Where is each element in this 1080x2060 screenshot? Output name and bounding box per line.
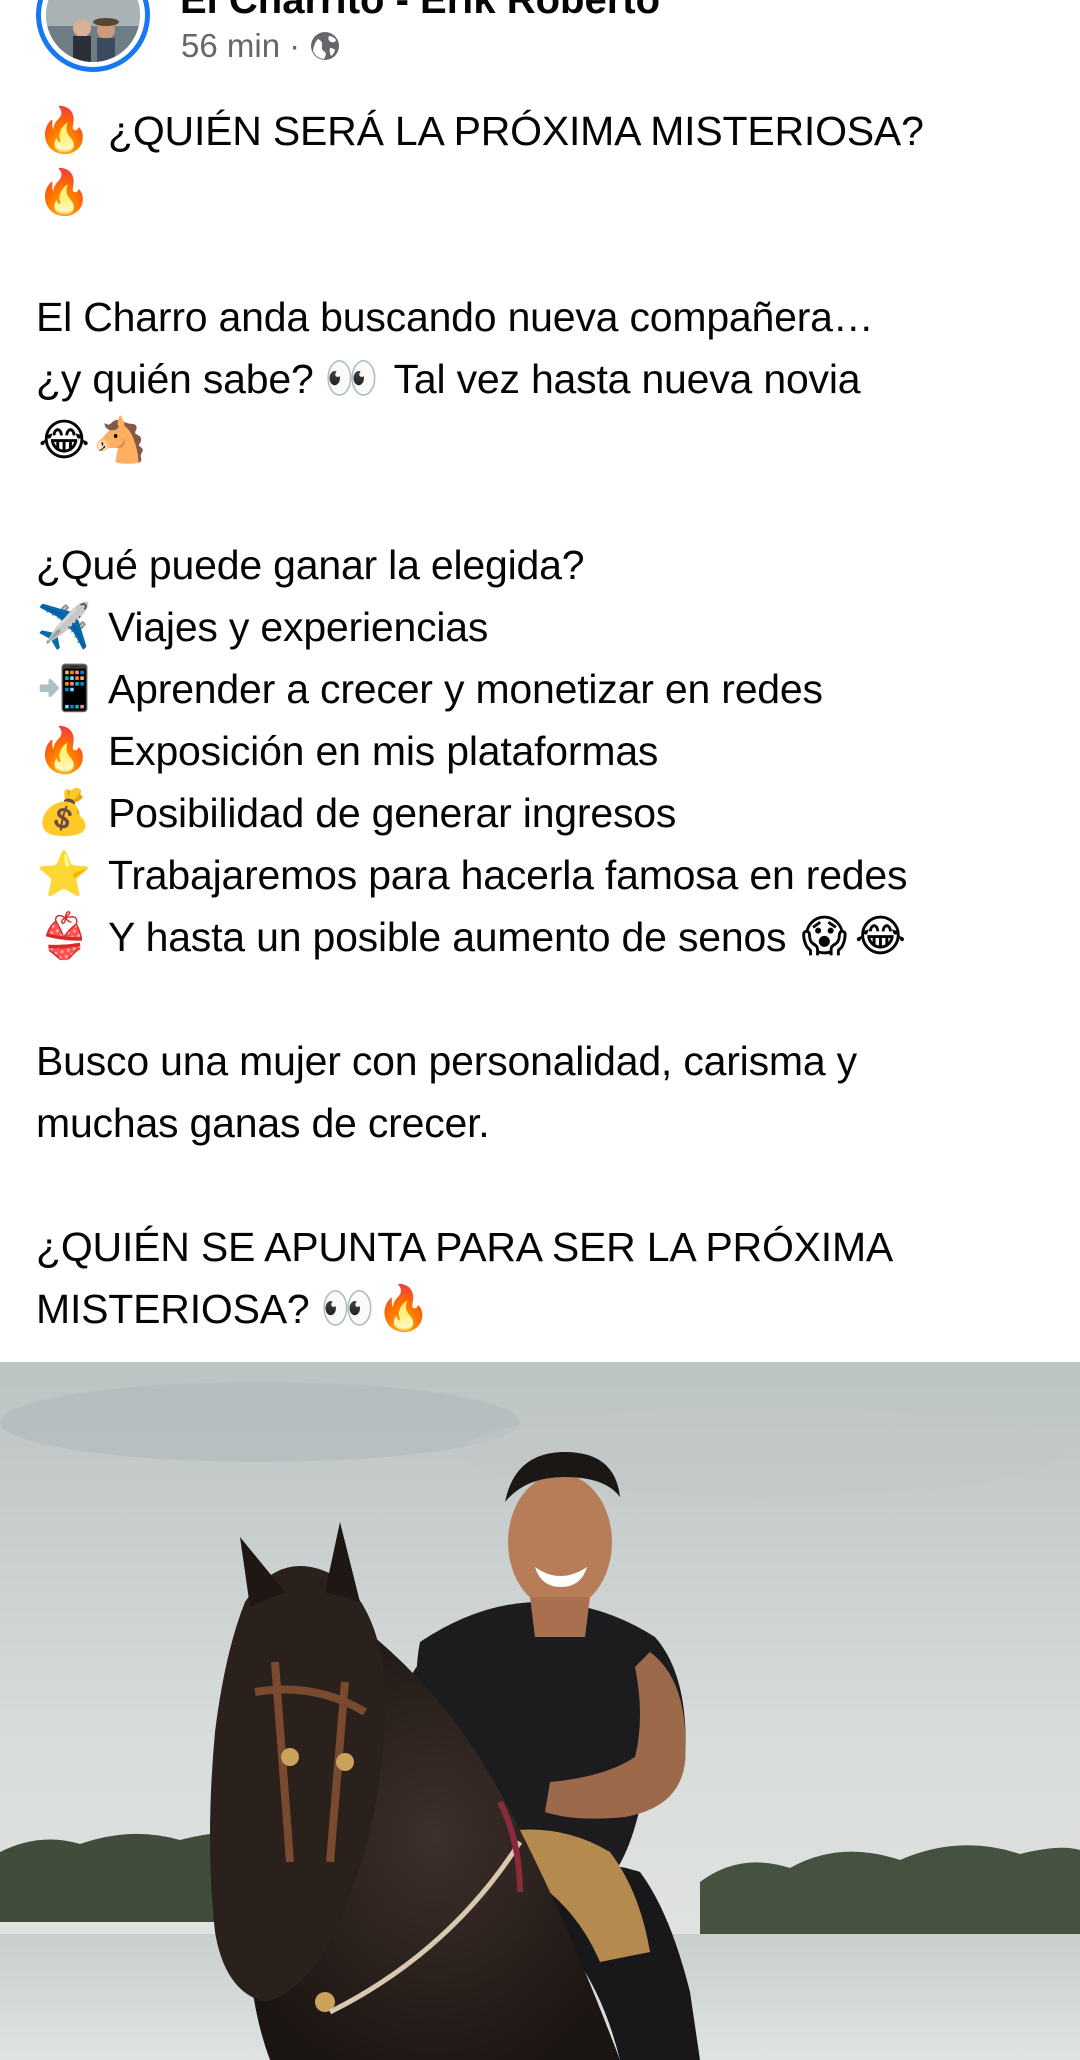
cta-line-1: ¿QUIÉN SE APUNTA PARA SER LA PRÓXIMA [36,1216,1066,1278]
close-icon[interactable] [1004,0,1054,8]
benefit-text: Viajes y experiencias [108,604,489,650]
post-body: 🔥 ¿QUIÉN SERÁ LA PRÓXIMA MISTERIOSA? 🔥 E… [36,100,1066,1340]
intro-text-2b: Tal vez hasta nueva novia [393,356,861,402]
benefit-item: ✈️ Viajes y experiencias [36,596,1066,658]
busco-line-1: Busco una mujer con personalidad, carism… [36,1030,1066,1092]
cta-text-1: ¿QUIÉN SE APUNTA PARA SER LA PRÓXIMA [36,1224,894,1270]
horse-emoji-icon: 🐴 [92,416,148,465]
author-avatar[interactable] [36,0,150,72]
meta-separator: · [289,27,301,64]
eyes-emoji-icon: 👀 [320,1284,375,1333]
laughing-emoji-icon: 😂 [38,416,90,465]
screaming-emoji-icon: 😱 [801,912,848,961]
busco-text-1: Busco una mujer con personalidad, carism… [36,1038,857,1084]
cta-line-2: MISTERIOSA? 👀 🔥 [36,1278,1066,1340]
author-name[interactable]: El Charrito - Erik Roberto [180,0,660,23]
benefit-text: Y hasta un posible aumento de senos [108,914,787,960]
profile-photo-icon [46,0,140,62]
fire-emoji-icon: 🔥 [376,1284,431,1333]
benefit-text: Trabajaremos para hacerla famosa en rede… [108,852,908,898]
intro-line-1: El Charro anda buscando nueva compañera… [36,286,1066,348]
busco-text-2: muchas ganas de crecer. [36,1100,490,1146]
benefit-text: Aprender a crecer y monetizar en redes [108,666,823,712]
intro-line-2: ¿y quién sabe? 👀 Tal vez hasta nueva nov… [36,348,1066,410]
benefit-item: 🔥 Exposición en mis plataformas [36,720,1066,782]
phone-emoji-icon: 📲 [36,664,92,713]
intro-line-3: 😂 🐴 [36,410,1066,472]
title-line-2: 🔥 [36,162,1066,224]
post-time[interactable]: 56 min [181,27,280,65]
fire-emoji-icon: 🔥 [36,106,92,155]
star-emoji-icon: ⭐ [36,850,92,899]
title-line: 🔥 ¿QUIÉN SERÁ LA PRÓXIMA MISTERIOSA? [36,100,1066,162]
benefit-item: 📲 Aprender a crecer y monetizar en redes [36,658,1066,720]
benefit-item: 💰 Posibilidad de generar ingresos [36,782,1066,844]
money-bag-emoji-icon: 💰 [36,788,92,837]
globe-icon [309,30,341,62]
fire-emoji-icon: 🔥 [36,168,92,217]
benefit-text: Posibilidad de generar ingresos [108,790,677,836]
post-header: El Charrito - Erik Roberto 56 min · [0,0,1080,82]
question-text: ¿Qué puede ganar la elegida? [36,542,585,588]
intro-text-1: El Charro anda buscando nueva compañera… [36,294,874,340]
eyes-emoji-icon: 👀 [324,354,379,403]
benefit-item: ⭐ Trabajaremos para hacerla famosa en re… [36,844,1066,906]
benefit-item: 👙 Y hasta un posible aumento de senos 😱 … [36,906,1066,968]
title-text: ¿QUIÉN SERÁ LA PRÓXIMA MISTERIOSA? [108,108,924,154]
benefit-text: Exposición en mis plataformas [108,728,659,774]
fire-emoji-icon: 🔥 [36,726,92,775]
airplane-emoji-icon: ✈️ [36,602,92,651]
question-line: ¿Qué puede ganar la elegida? [36,534,1066,596]
man-riding-horse-photo-icon [0,1362,1080,2060]
post-photo[interactable] [0,1362,1080,2060]
busco-line-2: muchas ganas de crecer. [36,1092,1066,1154]
cta-text-2: MISTERIOSA? [36,1286,310,1332]
post-meta: 56 min · [181,26,341,66]
bikini-emoji-icon: 👙 [36,912,92,961]
laughing-emoji-icon: 😂 [854,912,906,961]
intro-text-2a: ¿y quién sabe? [36,356,314,402]
